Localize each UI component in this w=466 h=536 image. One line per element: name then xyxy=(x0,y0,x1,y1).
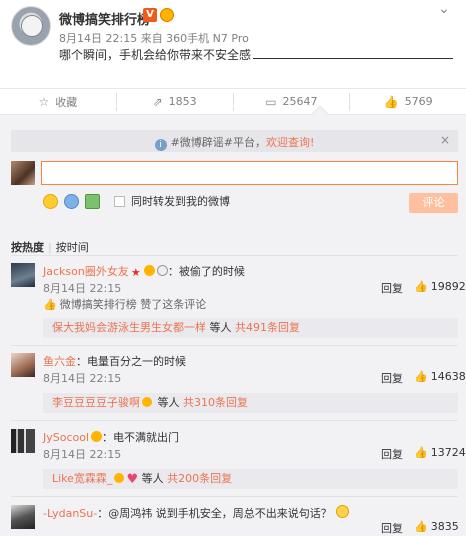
author-name[interactable]: 微博搞笑排行榜 xyxy=(59,9,150,28)
panda-badge-icon xyxy=(156,265,168,276)
post-meta: 8月14日 22:15 来自 360手机 N7 Pro xyxy=(59,32,249,45)
member-badge-icon xyxy=(91,431,103,442)
member-badge-icon xyxy=(142,397,152,407)
author-avatar[interactable] xyxy=(11,6,51,46)
reply-button[interactable]: 回复 xyxy=(381,280,403,296)
post-text: 哪个瞬间，手机会给你带来不安全感 xyxy=(59,46,454,63)
reply-author-name[interactable]: 保大我妈会游泳生男生女都一样 xyxy=(52,321,206,334)
comment-time: 8月14日 22:15 xyxy=(43,282,122,295)
emoji-icon[interactable] xyxy=(43,193,58,209)
comment-like-button[interactable]: 👍 14638 xyxy=(414,370,466,383)
close-icon[interactable]: × xyxy=(440,133,450,147)
commenter-avatar[interactable] xyxy=(11,353,35,377)
comment-text: 鱼六金：电量百分之一的时候 xyxy=(43,355,186,368)
heart-icon: ♥ xyxy=(126,472,139,487)
comment-time: 8月14日 22:15 xyxy=(43,448,122,461)
comment-input[interactable] xyxy=(41,161,458,185)
comment-like-button[interactable]: 👍 13724 xyxy=(414,446,466,459)
sub-replies: 保大我妈会游泳生男生女都一样 等人 共491条回复 xyxy=(43,318,458,338)
reply-button[interactable]: 回复 xyxy=(381,520,403,536)
image-icon[interactable] xyxy=(85,193,100,209)
commenter-name[interactable]: JySocool xyxy=(43,431,89,444)
chevron-down-icon[interactable]: ⌄ xyxy=(438,2,452,16)
view-replies-link[interactable]: 共491条回复 xyxy=(235,321,300,334)
thumbs-up-icon: 👍 xyxy=(383,94,399,109)
info-icon: i xyxy=(154,139,167,151)
weibo-post: 微博搞笑排行榜 V ⌄ 8月14日 22:15 来自 360手机 N7 Pro … xyxy=(0,0,466,85)
comment-like-button[interactable]: 👍 3835 xyxy=(414,520,459,533)
commenter-name[interactable]: -LydanSu- xyxy=(43,507,97,520)
member-badge-icon xyxy=(114,473,125,483)
commenter-avatar[interactable] xyxy=(11,263,35,287)
star-icon: ☆ xyxy=(38,94,50,109)
commenter-avatar[interactable] xyxy=(11,505,35,529)
comment-time: 8月14日 22:15 xyxy=(43,372,122,385)
sort-time-tab[interactable]: 按时间 xyxy=(56,241,89,254)
like-button[interactable]: 👍 5769 xyxy=(350,93,466,111)
repost-label: 同时转发到我的微博 xyxy=(131,195,230,208)
favorite-button[interactable]: ☆ 收藏 xyxy=(0,92,117,111)
member-badge-icon xyxy=(143,265,155,276)
comment-like-button[interactable]: 👍 19892 xyxy=(414,280,466,293)
comment-icon: ▭ xyxy=(265,94,277,109)
view-replies-link[interactable]: 共200条回复 xyxy=(167,472,232,485)
thumbs-up-icon: 👍 xyxy=(43,298,57,311)
commenter-avatar[interactable] xyxy=(11,429,35,453)
star-badge-icon: ★ xyxy=(130,266,141,279)
thumbs-up-icon: 👍 xyxy=(414,446,428,459)
view-replies-link[interactable]: 共310条回复 xyxy=(183,396,248,409)
thumbs-up-icon: 👍 xyxy=(414,520,428,533)
member-badge-icon xyxy=(160,8,174,22)
comment-button[interactable]: ▭ 25647 xyxy=(234,92,351,111)
comment-section: i #微博辟谣#平台，欢迎查询! × 同时转发到我的微博 评论 按热度 | 按时间 J… xyxy=(0,105,466,536)
my-avatar xyxy=(11,161,35,185)
commenter-name[interactable]: 鱼六金 xyxy=(43,355,76,368)
sub-replies: Like宽霖霖_ ♥ 等人 共200条回复 xyxy=(43,469,458,489)
reply-author-name[interactable]: 李豆豆豆豆子骏啊 xyxy=(52,396,140,409)
thumbs-up-icon: 👍 xyxy=(414,280,428,293)
verified-badge-icon: V xyxy=(143,8,157,22)
author-liked-note: 👍 微博搞笑排行榜 赞了这条评论 xyxy=(43,298,207,311)
mention-icon[interactable] xyxy=(64,193,79,209)
action-bar: ☆ 收藏 ⇗ 1853 ▭ 25647 👍 5769 xyxy=(0,88,466,114)
sub-replies: 李豆豆豆豆子骏啊 等人 共310条回复 xyxy=(43,393,458,413)
repost-button[interactable]: ⇗ 1853 xyxy=(117,92,234,111)
submit-comment-button[interactable]: 评论 xyxy=(409,193,458,213)
reply-author-name[interactable]: Like宽霖霖_ xyxy=(52,472,112,485)
comment-text: JySocool ：电不满就出门 xyxy=(43,431,180,444)
sort-hot-tab[interactable]: 按热度 xyxy=(11,241,44,254)
comment-text: -LydanSu-：@周鸿祎 说到手机安全，周总不出来说句话？ xyxy=(43,505,349,521)
repost-checkbox[interactable] xyxy=(114,195,125,207)
commenter-name[interactable]: Jackson圈外女友 xyxy=(43,265,129,278)
sort-tabs: 按热度 | 按时间 xyxy=(11,241,89,254)
reply-button[interactable]: 回复 xyxy=(381,446,403,462)
rumor-notice: i #微博辟谣#平台，欢迎查询! × xyxy=(11,130,458,152)
composer-tools: 同时转发到我的微博 xyxy=(43,193,230,209)
repost-icon: ⇗ xyxy=(152,94,163,109)
comment-text: Jackson圈外女友 ★ ：被偷了的时候 xyxy=(43,265,245,279)
thumbs-up-icon: 👍 xyxy=(414,370,428,383)
emoji-icon xyxy=(335,505,349,518)
reply-button[interactable]: 回复 xyxy=(381,370,403,386)
